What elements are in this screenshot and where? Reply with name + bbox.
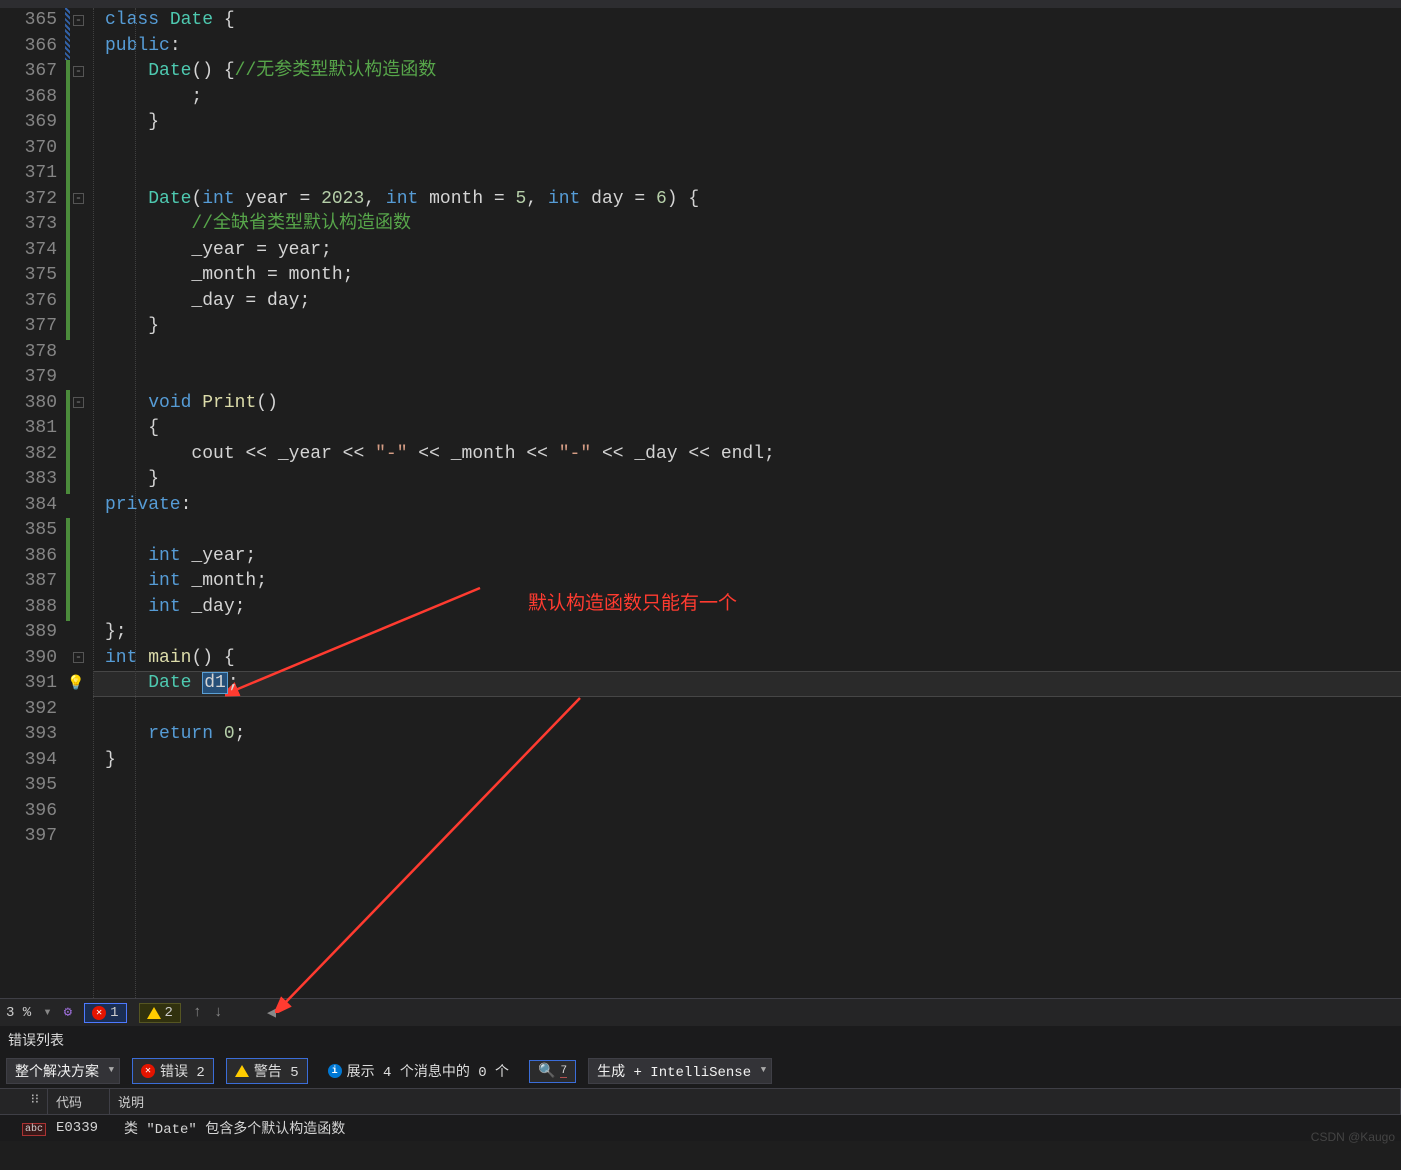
code-line[interactable] [105,161,1401,187]
code-line[interactable]: //全缺省类型默认构造函数 [105,212,1401,238]
warning-count-badge[interactable]: 2 [139,1003,181,1023]
status-strip: 3 % ▾ ⚙ ✕1 2 ↑ ↓ ◀ [0,998,1401,1026]
code-area[interactable]: class Date { public: Date() {//无参类型默认构造函… [93,8,1401,998]
annotation-label: 默认构造函数只能有一个 [528,588,737,615]
code-line[interactable]: private: [105,493,1401,519]
code-line[interactable]: ; [105,85,1401,111]
nav-down-icon[interactable]: ↓ [214,1004,223,1021]
fold-toggle[interactable]: - [73,397,84,408]
code-line[interactable]: public: [105,34,1401,60]
code-line[interactable]: _month = month; [105,263,1401,289]
code-line[interactable] [105,365,1401,391]
error-panel-title: 错误列表 [0,1026,1401,1054]
code-line[interactable]: { [105,416,1401,442]
selection-d1[interactable]: d1 [202,672,228,694]
error-row[interactable]: abc E0339 类 "Date" 包含多个默认构造函数 [0,1115,1401,1141]
fold-toggle[interactable]: - [73,652,84,663]
warnings-filter-button[interactable]: 警告 5 [226,1058,308,1084]
code-line[interactable]: return 0; [105,722,1401,748]
fold-toggle[interactable]: - [73,66,84,77]
code-line[interactable]: int _year; [105,544,1401,570]
code-line[interactable]: } [105,314,1401,340]
code-line[interactable] [105,697,1401,723]
error-code: E0339 [56,1120,114,1136]
status-dropdown-icon[interactable]: ▾ [43,1004,51,1021]
fold-toggle[interactable]: - [73,15,84,26]
code-editor[interactable]: 3653663673683693703713723733743753763773… [0,8,1401,998]
build-intellisense-combo[interactable]: 生成 + IntelliSense [588,1058,772,1084]
th-description[interactable]: 说明 [110,1089,1401,1114]
error-panel-toolbar: 整个解决方案 ✕错误 2 警告 5 i展示 4 个消息中的 0 个 🔍7 生成 … [0,1054,1401,1088]
code-line[interactable]: } [105,467,1401,493]
code-line[interactable]: } [105,748,1401,774]
filter-icon-button[interactable]: 🔍7 [529,1060,576,1083]
code-line[interactable] [105,824,1401,850]
scroll-left-icon[interactable]: ◀ [267,1003,276,1022]
zoom-percent[interactable]: 3 % [6,1005,31,1021]
error-list-panel: 错误列表 整个解决方案 ✕错误 2 警告 5 i展示 4 个消息中的 0 个 🔍… [0,1026,1401,1141]
info-filter-button[interactable]: i展示 4 个消息中的 0 个 [320,1059,517,1083]
line-number-gutter: 3653663673683693703713723733743753763773… [0,8,65,998]
code-line[interactable]: _year = year; [105,238,1401,264]
error-icon: ✕ [92,1006,106,1020]
fold-toggle[interactable]: - [73,193,84,204]
abc-icon: abc [22,1123,46,1136]
code-line[interactable]: } [105,110,1401,136]
error-count-badge[interactable]: ✕1 [84,1003,126,1023]
lightbulb-icon[interactable]: 💡 [67,675,84,692]
warning-icon [147,1007,161,1019]
th-code[interactable]: 代码 [48,1089,110,1114]
code-line[interactable]: int _month; [105,569,1401,595]
code-line[interactable] [105,340,1401,366]
th-icon[interactable]: ⁝⁝ [0,1089,48,1114]
code-line-current[interactable]: Date d1; [105,671,1401,697]
tab-bar [0,0,1401,8]
code-line[interactable]: int _day; [105,595,1401,621]
gear-icon[interactable]: ⚙ [64,1004,72,1021]
code-line[interactable]: _day = day; [105,289,1401,315]
code-line[interactable]: class Date { [105,8,1401,34]
nav-up-icon[interactable]: ↑ [193,1004,202,1021]
code-line[interactable] [105,773,1401,799]
error-description: 类 "Date" 包含多个默认构造函数 [124,1118,345,1138]
code-line[interactable] [105,799,1401,825]
code-line[interactable]: void Print() [105,391,1401,417]
watermark: CSDN @Kaugo [1311,1130,1395,1144]
code-line[interactable] [105,518,1401,544]
code-line[interactable]: cout << _year << "-" << _month << "-" <<… [105,442,1401,468]
code-line[interactable]: Date(int year = 2023, int month = 5, int… [105,187,1401,213]
scope-combo[interactable]: 整个解决方案 [6,1058,120,1084]
code-line[interactable]: }; [105,620,1401,646]
code-line[interactable] [105,136,1401,162]
error-table-header: ⁝⁝ 代码 说明 [0,1088,1401,1115]
code-folding-column[interactable]: - - - - - [71,8,93,998]
code-line[interactable]: int main() { [105,646,1401,672]
errors-filter-button[interactable]: ✕错误 2 [132,1058,214,1084]
code-line[interactable]: Date() {//无参类型默认构造函数 [105,59,1401,85]
